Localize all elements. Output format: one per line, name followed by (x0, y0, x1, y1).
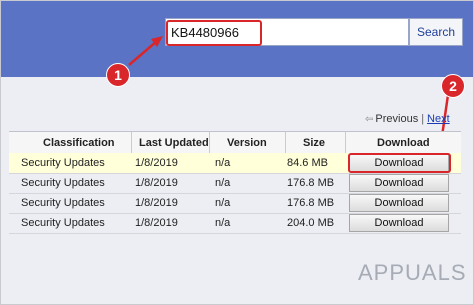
cell-size: 176.8 MB (287, 177, 335, 189)
cell-size: 204.0 MB (287, 217, 335, 229)
col-divider (209, 132, 210, 154)
download-button[interactable]: Download (349, 194, 449, 212)
table-row: Security Updates 1/8/2019 n/a 176.8 MB D… (9, 173, 461, 194)
cell-classification: Security Updates (21, 217, 105, 229)
cell-last-updated: 1/8/2019 (135, 157, 178, 169)
col-header-version: Version (227, 137, 267, 149)
previous-link[interactable]: Previous (375, 113, 418, 125)
col-header-download: Download (377, 137, 430, 149)
col-header-size: Size (303, 137, 326, 149)
cell-version: n/a (215, 217, 231, 229)
watermark-logo: APPUALS (358, 260, 467, 285)
table-row: Security Updates 1/8/2019 n/a 176.8 MB D… (9, 193, 461, 214)
search-button[interactable]: Search (409, 18, 463, 46)
search-input-value: KB4480966 (171, 25, 239, 40)
cell-last-updated: 1/8/2019 (135, 217, 178, 229)
annotation-badge-1: 1 (106, 63, 130, 87)
col-divider (131, 132, 132, 154)
download-highlight-box (348, 153, 451, 173)
col-divider (285, 132, 286, 154)
cell-size: 84.6 MB (287, 157, 328, 169)
cell-version: n/a (215, 197, 231, 209)
download-button[interactable]: Download (349, 174, 449, 192)
cell-classification: Security Updates (21, 177, 105, 189)
window-frame: KB4480966 Search 1 2 ⇦ Previous | Next Clas… (0, 0, 474, 305)
pagination: ⇦ Previous | Next (365, 113, 450, 125)
col-divider (345, 132, 346, 154)
previous-arrow-icon: ⇦ (365, 114, 374, 125)
cell-size: 176.8 MB (287, 197, 335, 209)
pager-separator: | (421, 113, 425, 125)
table-row: Security Updates 1/8/2019 n/a 204.0 MB D… (9, 213, 461, 234)
col-header-last-updated: Last Updated (139, 137, 209, 149)
next-link[interactable]: Next (427, 113, 450, 125)
annotation-badge-2: 2 (441, 74, 465, 98)
cell-version: n/a (215, 177, 231, 189)
download-button[interactable]: Download (349, 214, 449, 232)
cell-version: n/a (215, 157, 231, 169)
col-header-classification: Classification (43, 137, 115, 149)
cell-last-updated: 1/8/2019 (135, 177, 178, 189)
cell-classification: Security Updates (21, 197, 105, 209)
table-header: Classification Last Updated Version Size… (9, 131, 461, 155)
cell-classification: Security Updates (21, 157, 105, 169)
cell-last-updated: 1/8/2019 (135, 197, 178, 209)
